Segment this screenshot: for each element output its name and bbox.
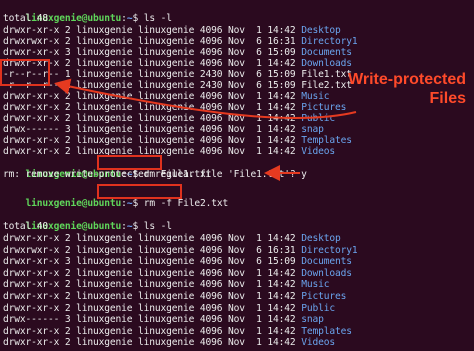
directory-name: Documents <box>301 256 352 268</box>
command-text: ls -l <box>143 221 172 232</box>
listing-row: drwxr-xr-x 2 linuxgenie linuxgenie 4096 … <box>3 303 335 315</box>
terminal-window[interactable]: linuxgenie@ubuntu:~$ ls -l total 48 drwx… <box>0 0 474 351</box>
directory-name: Directory1 <box>301 244 358 256</box>
row-metadata: drwxr-xr-x 2 linuxgenie linuxgenie 4096 … <box>3 279 302 291</box>
row-metadata: drwxr-xr-x 2 linuxgenie linuxgenie 4096 … <box>3 325 302 337</box>
listing-row: drwxr-xr-x 2 linuxgenie linuxgenie 4096 … <box>3 326 352 338</box>
row-metadata: drwxr-xr-x 3 linuxgenie linuxgenie 4096 … <box>3 47 302 58</box>
row-metadata: drwxr-xr-x 3 linuxgenie linuxgenie 4096 … <box>3 256 302 268</box>
prompt-line: linuxgenie@ubuntu:~$ ls -l <box>3 209 173 232</box>
command-text: rm -f File2.txt <box>143 198 229 209</box>
listing-row: drwxr-xr-x 3 linuxgenie linuxgenie 4096 … <box>3 256 352 268</box>
listing-total: total 48 <box>3 13 49 24</box>
row-metadata: drwxr-xr-x 2 linuxgenie linuxgenie 4096 … <box>3 135 302 146</box>
row-metadata: drwxr-xr-x 2 linuxgenie linuxgenie 4096 … <box>3 102 302 113</box>
directory-name: Templates <box>301 135 352 146</box>
directory-name: Public <box>301 113 335 124</box>
listing-row: drwxr-xr-x 2 linuxgenie linuxgenie 4096 … <box>3 233 341 245</box>
row-metadata: drwxrwxr-x 2 linuxgenie linuxgenie 4096 … <box>3 36 302 47</box>
directory-name: snap <box>301 124 324 135</box>
permissions-highlight-box <box>0 59 50 86</box>
row-metadata: drwxr-xr-x 2 linuxgenie linuxgenie 4096 … <box>3 233 302 244</box>
directory-name: Music <box>301 279 330 291</box>
row-metadata: drwxr-xr-x 2 linuxgenie linuxgenie 4096 … <box>3 91 302 102</box>
rm-command-highlight-box <box>97 155 162 170</box>
prompt-user-host: linuxgenie@ubuntu <box>25 198 122 209</box>
row-metadata: drwxr-xr-x 2 linuxgenie linuxgenie 4096 … <box>3 291 302 302</box>
directory-name: Desktop <box>301 233 341 244</box>
directory-name: Documents <box>301 47 352 58</box>
directory-name: Desktop <box>301 25 341 36</box>
row-metadata: drwx------ 3 linuxgenie linuxgenie 4096 … <box>3 124 302 135</box>
directory-name: Public <box>301 302 335 314</box>
listing-row: drwx------ 3 linuxgenie linuxgenie 4096 … <box>3 314 324 326</box>
directory-name: snap <box>301 314 324 326</box>
command-text: ls -l <box>143 13 172 24</box>
directory-name: Videos <box>301 146 335 157</box>
listing-row: drwxr-xr-x 2 linuxgenie linuxgenie 4096 … <box>3 337 335 349</box>
directory-name: Downloads <box>301 58 352 69</box>
row-metadata: drwxr-xr-x 2 linuxgenie linuxgenie 4096 … <box>3 302 302 314</box>
listing-row: drwxr-xr-x 2 linuxgenie linuxgenie 4096 … <box>3 291 346 303</box>
prompt-symbol: $ <box>132 198 139 209</box>
row-metadata: drwxr-xr-x 2 linuxgenie linuxgenie 4096 … <box>3 337 302 349</box>
directory-name: Templates <box>301 325 352 337</box>
annotation-line-2: Files <box>429 90 466 107</box>
row-metadata: drwx------ 3 linuxgenie linuxgenie 4096 … <box>3 314 302 326</box>
annotation-line-1: Write-protected <box>348 71 466 88</box>
row-metadata: drwxr-xr-x 2 linuxgenie linuxgenie 4096 … <box>3 25 302 36</box>
prompt-symbol: $ <box>132 221 139 232</box>
directory-name: Videos <box>301 337 335 349</box>
prompt-symbol: $ <box>132 13 139 24</box>
rm-confirm-message: rm: remove write-protected regular file … <box>3 169 307 180</box>
directory-name: Music <box>301 91 330 102</box>
row-metadata: drwxrwxr-x 2 linuxgenie linuxgenie 4096 … <box>3 244 302 256</box>
row-metadata: drwxr-xr-x 2 linuxgenie linuxgenie 4096 … <box>3 113 302 124</box>
listing-total: total 40 <box>3 221 49 232</box>
prompt-line: linuxgenie@ubuntu:~$ ls -l <box>3 1 173 24</box>
write-protected-annotation: Write-protected Files <box>330 70 466 108</box>
listing-row: drwxrwxr-x 2 linuxgenie linuxgenie 4096 … <box>3 244 358 257</box>
directory-name: Pictures <box>301 291 347 302</box>
directory-name: Downloads <box>301 267 352 279</box>
directory-name: Directory1 <box>301 36 358 47</box>
listing-row: drwxr-xr-x 2 linuxgenie linuxgenie 4096 … <box>3 268 352 280</box>
row-metadata: drwxr-xr-x 2 linuxgenie linuxgenie 4096 … <box>3 267 302 279</box>
listing-row: drwxr-xr-x 2 linuxgenie linuxgenie 4096 … <box>3 279 329 291</box>
rm-force-command-highlight-box <box>97 184 182 199</box>
